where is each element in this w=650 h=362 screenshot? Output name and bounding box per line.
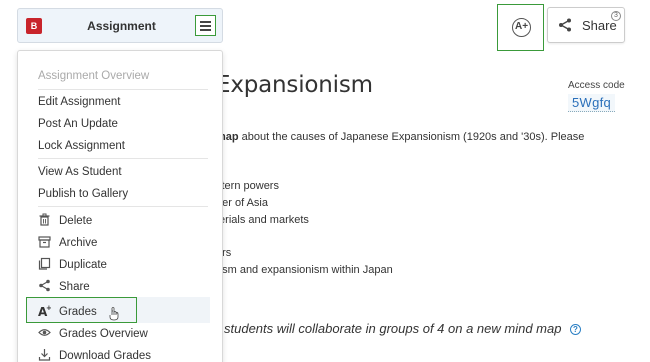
menu-item-duplicate[interactable]: Duplicate — [38, 257, 107, 275]
menu-item-post-update[interactable]: Post An Update — [38, 118, 118, 130]
share-button[interactable]: Share 3 — [547, 7, 625, 43]
menu-item-edit-assignment[interactable]: Edit Assignment — [38, 96, 120, 108]
menu-item-label: Archive — [59, 237, 98, 249]
menu-item-view-as-student[interactable]: View As Student — [38, 166, 122, 178]
share-icon — [559, 18, 571, 32]
collaboration-note: students will collaborate in groups of 4… — [224, 321, 562, 336]
menu-item-label: Delete — [59, 215, 93, 227]
help-icon[interactable]: ? — [570, 324, 581, 335]
menu-item-grades-overview[interactable]: Grades Overview — [38, 326, 148, 344]
archive-icon — [38, 236, 51, 248]
menu-item-label: Download Grades — [59, 350, 152, 362]
grades-highlight-box — [26, 297, 137, 323]
share-icon — [39, 279, 50, 292]
divider — [38, 158, 208, 159]
menu-item-publish-gallery[interactable]: Publish to Gallery — [38, 188, 128, 200]
app-logo-icon: B — [26, 18, 42, 34]
assignment-header: B Assignment — [17, 8, 223, 43]
menu-item-share[interactable]: Share — [38, 279, 90, 297]
hamburger-menu-icon — [200, 21, 211, 23]
access-code-value[interactable]: 5Wgfq — [568, 94, 616, 112]
hamburger-menu-icon — [200, 25, 211, 27]
access-code-block: Access code 5Wgfq — [568, 80, 626, 112]
menu-item-download-grades[interactable]: Download Grades — [38, 348, 151, 362]
intro-rest: about the causes of Japanese Expansionis… — [238, 131, 585, 143]
section-title: Assignment Overview — [38, 70, 150, 82]
menu-item-delete[interactable]: Delete — [38, 213, 92, 231]
hand-cursor-icon — [109, 307, 119, 321]
bullet-line: stern powers — [216, 180, 279, 192]
menu-item-lock-assignment[interactable]: Lock Assignment — [38, 140, 125, 152]
divider — [38, 206, 208, 207]
intro-text: map about the causes of Japanese Expansi… — [216, 131, 584, 143]
divider — [38, 89, 208, 90]
menu-item-label: Share — [59, 281, 90, 293]
hamburger-menu-icon — [200, 29, 211, 31]
grades-badge-icon: A+ — [512, 18, 531, 37]
bullet-line: rism and expansionism within Japan — [216, 264, 393, 276]
grades-toolbar-button[interactable]: A+ — [497, 4, 544, 51]
menu-item-label: Grades Overview — [59, 328, 148, 340]
bullet-line: terials and markets — [216, 214, 309, 226]
trash-icon — [39, 213, 50, 226]
assignment-dropdown-menu: Assignment Overview Edit Assignment Post… — [17, 50, 223, 362]
share-count-badge: 3 — [611, 11, 621, 21]
download-icon — [38, 349, 51, 361]
assignment-title: Expansionism — [216, 72, 373, 98]
header-title: Assignment — [87, 19, 156, 33]
share-label: Share — [582, 18, 617, 33]
eye-icon — [38, 329, 51, 336]
hamburger-menu-button[interactable] — [195, 15, 216, 36]
access-code-label: Access code — [568, 80, 625, 91]
menu-item-archive[interactable]: Archive — [38, 235, 97, 253]
bullet-line: der of Asia — [216, 197, 268, 209]
duplicate-icon — [38, 257, 51, 270]
menu-item-label: Duplicate — [59, 259, 107, 271]
